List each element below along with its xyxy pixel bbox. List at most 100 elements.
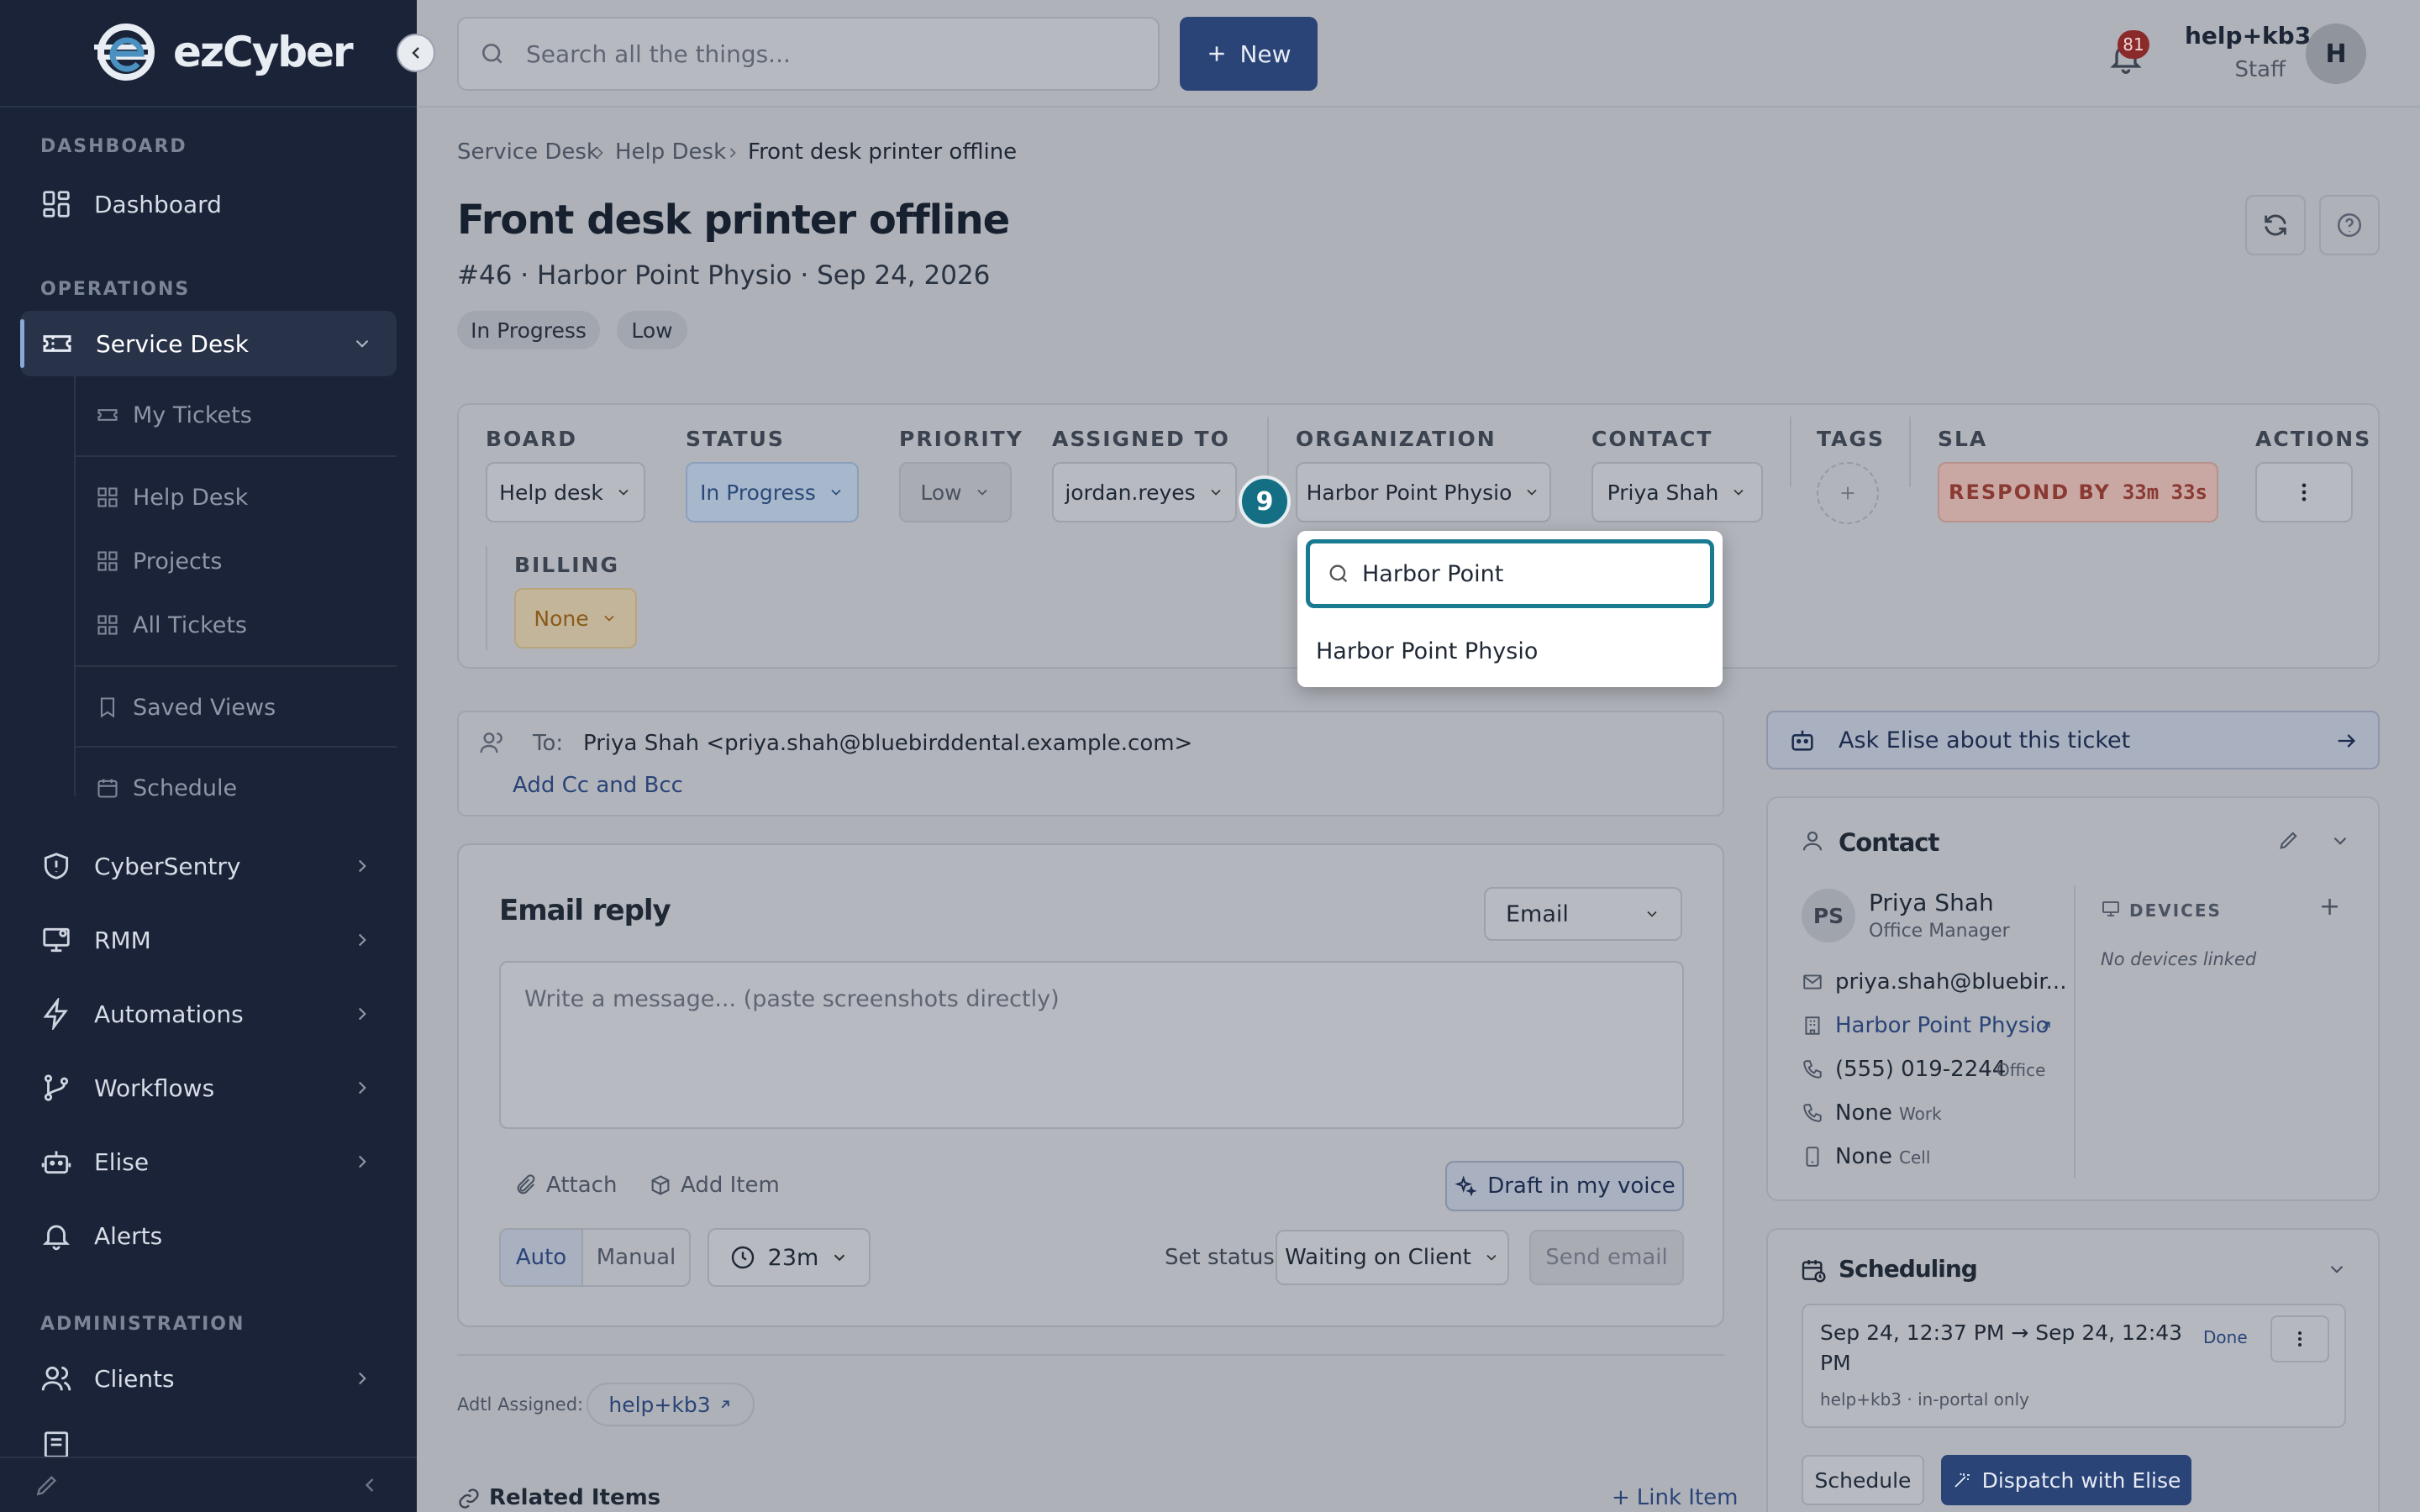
organization-option[interactable]: Harbor Point Physio xyxy=(1316,638,1538,664)
sidebar-footer xyxy=(0,1457,417,1512)
assigned-label: ASSIGNED TO xyxy=(1052,427,1230,451)
user-name[interactable]: help+kb3 xyxy=(2185,22,2311,50)
sidebar-collapse-button[interactable] xyxy=(397,34,435,72)
organization-search-input[interactable]: Harbor Point xyxy=(1306,539,1714,608)
send-email-button[interactable]: Send email xyxy=(1529,1230,1684,1285)
contact-name[interactable]: Priya Shah xyxy=(1869,889,1994,916)
sla-prefix: RESPOND BY xyxy=(1948,480,2111,504)
ask-elise-button[interactable]: Ask Elise about this ticket xyxy=(1766,711,2380,769)
step-marker: 9 xyxy=(1239,475,1291,528)
global-search-input[interactable]: Search all the things... xyxy=(457,17,1160,91)
add-item-label: Add Item xyxy=(681,1173,780,1198)
cell-phone-tag: Cell xyxy=(1899,1147,1931,1168)
sidebar: ezCyber DASHBOARD Dashboard OPERATIONS S… xyxy=(0,0,417,1512)
priority-value: Low xyxy=(920,480,962,505)
contact-organization-link[interactable]: Harbor Point Physio xyxy=(1835,1013,2049,1038)
priority-select[interactable]: Low xyxy=(899,462,1012,522)
monitor-icon xyxy=(43,927,70,953)
breadcrumb-help-desk[interactable]: Help Desk xyxy=(615,139,726,165)
contact-office-phone[interactable]: (555) 019-2244 xyxy=(1835,1057,2006,1082)
time-select[interactable]: 23m xyxy=(708,1228,871,1287)
board-select[interactable]: Help desk xyxy=(486,462,645,522)
status-value: In Progress xyxy=(700,480,816,505)
dispatch-with-elise-button[interactable]: Dispatch with Elise xyxy=(1941,1455,2191,1505)
sidebar-item-label: Projects xyxy=(133,548,223,575)
addl-assignee-chip[interactable]: help+kb3 xyxy=(587,1383,755,1426)
sidebar-item-alerts[interactable]: Alerts xyxy=(20,1203,397,1268)
sla-time: 33m 33s xyxy=(2122,480,2208,504)
chevron-down-icon xyxy=(834,1254,845,1262)
contact-email[interactable]: priya.shah@bluebir... xyxy=(1835,969,2066,995)
sidebar-item-help-desk[interactable]: Help Desk xyxy=(74,472,393,522)
add-tag-button[interactable] xyxy=(1817,462,1879,524)
sidebar-item-service-desk[interactable]: Service Desk xyxy=(20,311,397,376)
chevron-down-icon xyxy=(1527,489,1537,496)
chevron-left-icon[interactable] xyxy=(358,1473,381,1497)
attach-button[interactable]: Attach xyxy=(514,1173,617,1198)
contact-value: Priya Shah xyxy=(1607,480,1719,505)
chevron-down-icon[interactable] xyxy=(2329,830,2351,852)
schedule-entry-menu[interactable] xyxy=(2270,1315,2329,1362)
search-icon xyxy=(1329,564,1348,583)
status-select[interactable]: In Progress xyxy=(686,462,859,522)
add-device-button[interactable]: + xyxy=(2319,892,2340,921)
draft-in-my-voice-button[interactable]: Draft in my voice xyxy=(1445,1161,1684,1211)
organization-dropdown: Harbor Point Harbor Point Physio xyxy=(1297,531,1723,687)
sidebar-item-my-tickets[interactable]: My Tickets xyxy=(74,390,393,440)
add-item-button[interactable]: Add Item xyxy=(649,1173,780,1198)
sidebar-item-dashboard[interactable]: Dashboard xyxy=(20,171,397,237)
section-administration: ADMINISTRATION xyxy=(40,1314,245,1335)
help-button[interactable] xyxy=(2319,195,2380,255)
pencil-icon[interactable] xyxy=(2277,828,2301,852)
notification-badge: 81 xyxy=(2118,30,2149,59)
sidebar-item-workflows[interactable]: Workflows xyxy=(20,1055,397,1121)
avatar[interactable]: H xyxy=(2306,24,2366,84)
mail-icon xyxy=(1803,974,1822,990)
organization-search-value: Harbor Point xyxy=(1362,560,1504,587)
set-status-select[interactable]: Waiting on Client xyxy=(1276,1230,1509,1285)
sidebar-item-clients[interactable]: Clients xyxy=(20,1346,397,1411)
chevron-down-icon[interactable] xyxy=(2326,1258,2348,1280)
link-item-button[interactable]: + Link Item xyxy=(1612,1485,1739,1510)
external-link-icon xyxy=(2042,1021,2050,1030)
search-icon xyxy=(482,44,502,64)
assignee-select[interactable]: jordan.reyes xyxy=(1052,462,1237,522)
refresh-button[interactable] xyxy=(2245,195,2306,255)
pencil-icon[interactable] xyxy=(34,1472,60,1499)
schedule-entry[interactable]: Sep 24, 12:37 PM → Sep 24, 12:43 PM help… xyxy=(1802,1304,2346,1428)
sidebar-item-automations[interactable]: Automations xyxy=(20,981,397,1047)
sidebar-item-label: Schedule xyxy=(133,774,238,801)
actions-menu-button[interactable] xyxy=(2255,462,2353,522)
chevron-right-icon xyxy=(597,148,603,158)
to-value[interactable]: Priya Shah <priya.shah@bluebirddental.ex… xyxy=(583,731,1192,756)
devices-label: DEVICES xyxy=(2129,900,2222,921)
user-icon xyxy=(1802,831,1823,851)
add-cc-link[interactable]: Add Cc and Bcc xyxy=(513,773,683,798)
contact-select[interactable]: Priya Shah xyxy=(1591,462,1763,522)
organization-select[interactable]: Harbor Point Physio xyxy=(1296,462,1551,522)
set-status-value: Waiting on Client xyxy=(1285,1245,1471,1270)
monitor-icon xyxy=(2102,901,2119,916)
schedule-button[interactable]: Schedule xyxy=(1802,1455,1924,1505)
status-badge: In Progress xyxy=(457,311,600,349)
sidebar-item-rmm[interactable]: RMM xyxy=(20,907,397,973)
mode-manual-button[interactable]: Manual xyxy=(583,1230,689,1285)
more-vertical-icon xyxy=(2298,1331,2302,1347)
sidebar-item-label: Elise xyxy=(94,1147,150,1176)
message-textarea[interactable]: Write a message... (paste screenshots di… xyxy=(499,961,1684,1129)
sidebar-item-all-tickets[interactable]: All Tickets xyxy=(74,600,393,650)
breadcrumb-service-desk[interactable]: Service Desk xyxy=(457,139,599,165)
status-label: STATUS xyxy=(686,427,785,451)
sidebar-item-schedule[interactable]: Schedule xyxy=(74,763,393,813)
sidebar-item-elise[interactable]: Elise xyxy=(20,1129,397,1194)
ezcyber-logo-icon xyxy=(94,24,155,81)
sidebar-item-projects[interactable]: Projects xyxy=(74,536,393,586)
users-icon xyxy=(480,732,502,753)
channel-select[interactable]: Email xyxy=(1484,887,1682,941)
mode-auto-button[interactable]: Auto xyxy=(501,1230,583,1285)
sidebar-item-cybersentry[interactable]: CyberSentry xyxy=(20,833,397,899)
sidebar-item-saved-views[interactable]: Saved Views xyxy=(74,682,393,732)
logo[interactable]: ezCyber xyxy=(91,22,354,82)
billing-select[interactable]: None xyxy=(514,588,637,648)
new-button[interactable]: New xyxy=(1180,17,1318,91)
